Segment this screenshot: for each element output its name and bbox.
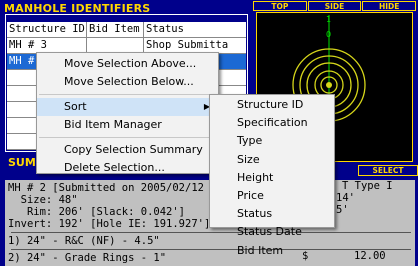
- scale-label: 1: [326, 15, 331, 24]
- sort-submenu: Structure ID Specification Type Size Hei…: [209, 94, 335, 257]
- menu-item-bid-item-manager[interactable]: Bid Item Manager: [37, 116, 218, 134]
- menu-item-move-above[interactable]: Move Selection Above...: [37, 55, 218, 73]
- sort-by-specification[interactable]: Specification: [210, 114, 334, 132]
- summary-prices: 12.00: [334, 225, 386, 262]
- menu-item-label: Sort: [64, 100, 87, 113]
- side-view-button[interactable]: SIDE: [307, 1, 362, 11]
- sort-by-bid-item[interactable]: Bid Item: [210, 242, 334, 260]
- sort-by-status[interactable]: Status: [210, 205, 334, 223]
- sort-by-status-date[interactable]: Status Date: [210, 223, 334, 241]
- column-header-bid-item[interactable]: Bid Item: [87, 22, 144, 37]
- menu-separator: [39, 137, 216, 138]
- menu-item-copy-summary[interactable]: Copy Selection Summary: [37, 141, 218, 159]
- menu-item-sort[interactable]: Sort ▶: [37, 98, 218, 116]
- select-button[interactable]: SELECT: [358, 165, 418, 176]
- menu-item-move-below[interactable]: Move Selection Below...: [37, 73, 218, 91]
- column-header-status[interactable]: Status: [144, 22, 246, 37]
- menu-separator: [39, 94, 216, 95]
- sort-by-type[interactable]: Type: [210, 132, 334, 150]
- menu-item-delete-selection[interactable]: Delete Selection...: [37, 159, 218, 177]
- sort-by-price[interactable]: Price: [210, 187, 334, 205]
- scale-label: 0: [326, 30, 331, 39]
- sort-by-structure-id[interactable]: Structure ID: [210, 96, 334, 114]
- structure-id-cell: MH # 3: [7, 38, 87, 53]
- status-cell: Shop Submitta: [146, 39, 229, 51]
- top-view-button[interactable]: TOP: [253, 1, 307, 11]
- view-buttons: TOP SIDE HIDE: [253, 1, 417, 11]
- bid-item-cell: [87, 38, 144, 53]
- context-menu: Move Selection Above... Move Selection B…: [36, 52, 219, 174]
- hide-button[interactable]: HIDE: [362, 1, 417, 11]
- sort-by-size[interactable]: Size: [210, 151, 334, 169]
- grid-header: Structure ID Bid Item Status: [7, 22, 246, 38]
- price-value: 12.00: [354, 250, 386, 262]
- column-header-structure-id[interactable]: Structure ID: [7, 22, 87, 37]
- sort-by-height[interactable]: Height: [210, 169, 334, 187]
